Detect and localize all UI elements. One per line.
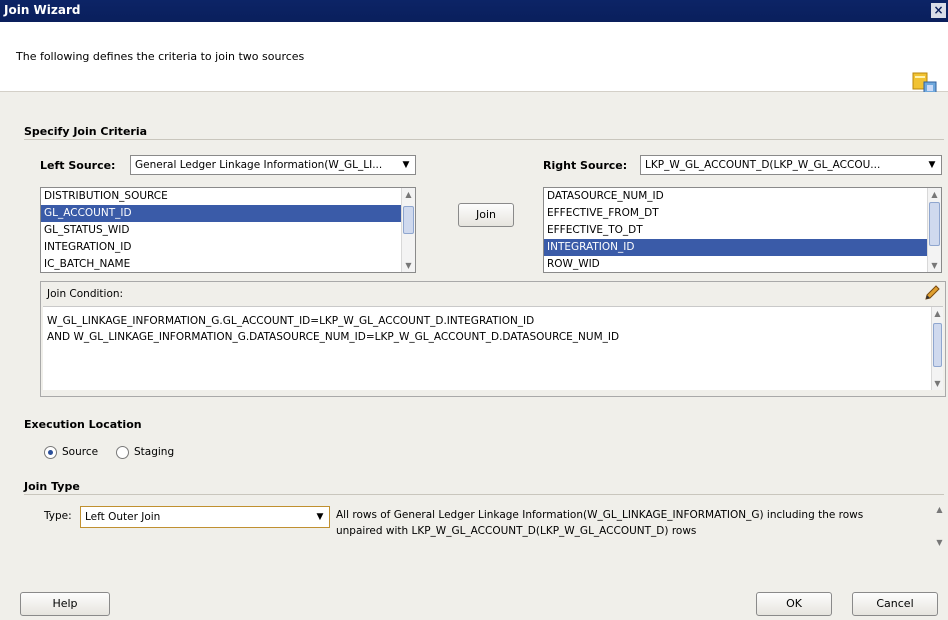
scroll-up-icon[interactable]: ▲ [932, 307, 943, 320]
right-list-item[interactable]: INTEGRATION_ID [544, 239, 941, 256]
left-source-select[interactable]: General Ledger Linkage Information(W_GL_… [130, 155, 416, 175]
description-scrollbar[interactable]: ▲ ▼ [934, 503, 946, 549]
right-source-value: LKP_W_GL_ACCOUNT_D(LKP_W_GL_ACCOU... [645, 159, 881, 171]
join-condition-panel: Join Condition: W_GL_LINKAGE_INFORMATION… [40, 281, 946, 397]
title-bar: Join Wizard × [0, 0, 948, 22]
scroll-up-icon[interactable]: ▲ [928, 188, 941, 201]
type-label: Type: [44, 510, 72, 522]
chevron-down-icon: ▼ [928, 160, 936, 170]
wizard-header: The following defines the criteria to jo… [0, 22, 948, 95]
right-source-label: Right Source: [543, 159, 628, 172]
criteria-divider [24, 139, 944, 140]
left-columns-list[interactable]: DISTRIBUTION_SOURCE GL_ACCOUNT_ID GL_STATU… [40, 187, 416, 273]
execution-location-title: Execution Location [24, 418, 142, 431]
edit-pencil-icon[interactable] [923, 284, 941, 302]
scroll-thumb[interactable] [933, 323, 942, 367]
condition-scrollbar[interactable]: ▲ ▼ [931, 307, 943, 390]
staging-radio[interactable] [116, 446, 129, 459]
scroll-down-icon[interactable]: ▼ [402, 259, 415, 272]
join-criteria-title: Specify Join Criteria [24, 125, 148, 138]
scroll-down-icon[interactable]: ▼ [932, 377, 943, 390]
right-list-scrollbar[interactable]: ▲ ▼ [927, 188, 941, 272]
condition-line-2: AND W_GL_LINKAGE_INFORMATION_G.DATASOURC… [47, 331, 620, 343]
join-type-description-text: All rows of General Ledger Linkage Infor… [336, 509, 864, 537]
help-button[interactable]: Help [20, 592, 110, 616]
left-source-value: General Ledger Linkage Information(W_GL_… [135, 159, 383, 171]
left-list-item[interactable]: IC_BATCH_NAME [41, 256, 415, 272]
scroll-down-icon[interactable]: ▼ [934, 536, 945, 549]
staging-radio-label: Staging [134, 446, 175, 458]
right-list-item[interactable]: EFFECTIVE_FROM_DT [544, 205, 941, 222]
scroll-up-icon[interactable]: ▲ [934, 503, 945, 516]
cancel-button[interactable]: Cancel [852, 592, 938, 616]
join-type-value: Left Outer Join [85, 511, 161, 523]
scroll-down-icon[interactable]: ▼ [928, 259, 941, 272]
join-condition-label: Join Condition: [47, 288, 124, 300]
header-description: The following defines the criteria to jo… [16, 50, 305, 63]
left-list-item[interactable]: GL_STATUS_WID [41, 222, 415, 239]
join-type-title: Join Type [24, 480, 80, 493]
close-icon[interactable]: × [931, 3, 946, 18]
left-list-item[interactable]: GL_ACCOUNT_ID [41, 205, 415, 222]
window-title: Join Wizard [4, 3, 81, 17]
scroll-thumb[interactable] [403, 206, 414, 234]
join-type-description: All rows of General Ledger Linkage Infor… [336, 503, 946, 549]
chevron-down-icon: ▼ [316, 512, 324, 522]
scroll-up-icon[interactable]: ▲ [402, 188, 415, 201]
right-list-item[interactable]: DATASOURCE_NUM_ID [544, 188, 941, 205]
condition-line-1: W_GL_LINKAGE_INFORMATION_G.GL_ACCOUNT_ID… [47, 315, 535, 327]
chevron-down-icon: ▼ [402, 160, 410, 170]
source-radio[interactable] [44, 446, 57, 459]
left-source-label: Left Source: [40, 159, 116, 172]
left-list-item[interactable]: DISTRIBUTION_SOURCE [41, 188, 415, 205]
source-radio-label: Source [62, 446, 99, 458]
join-type-divider [24, 494, 944, 495]
join-type-select[interactable]: Left Outer Join ▼ [80, 506, 330, 528]
join-button[interactable]: Join [458, 203, 514, 227]
left-list-item[interactable]: INTEGRATION_ID [41, 239, 415, 256]
scroll-thumb[interactable] [929, 202, 940, 246]
right-list-item[interactable]: ROW_WID [544, 256, 941, 272]
join-condition-textarea[interactable]: W_GL_LINKAGE_INFORMATION_G.GL_ACCOUNT_ID… [43, 306, 943, 390]
right-columns-list[interactable]: DATASOURCE_NUM_ID EFFECTIVE_FROM_DT EFFECT… [543, 187, 942, 273]
right-list-item[interactable]: EFFECTIVE_TO_DT [544, 222, 941, 239]
right-source-select[interactable]: LKP_W_GL_ACCOUNT_D(LKP_W_GL_ACCOU... ▼ [640, 155, 942, 175]
left-list-scrollbar[interactable]: ▲ ▼ [401, 188, 415, 272]
ok-button[interactable]: OK [756, 592, 832, 616]
